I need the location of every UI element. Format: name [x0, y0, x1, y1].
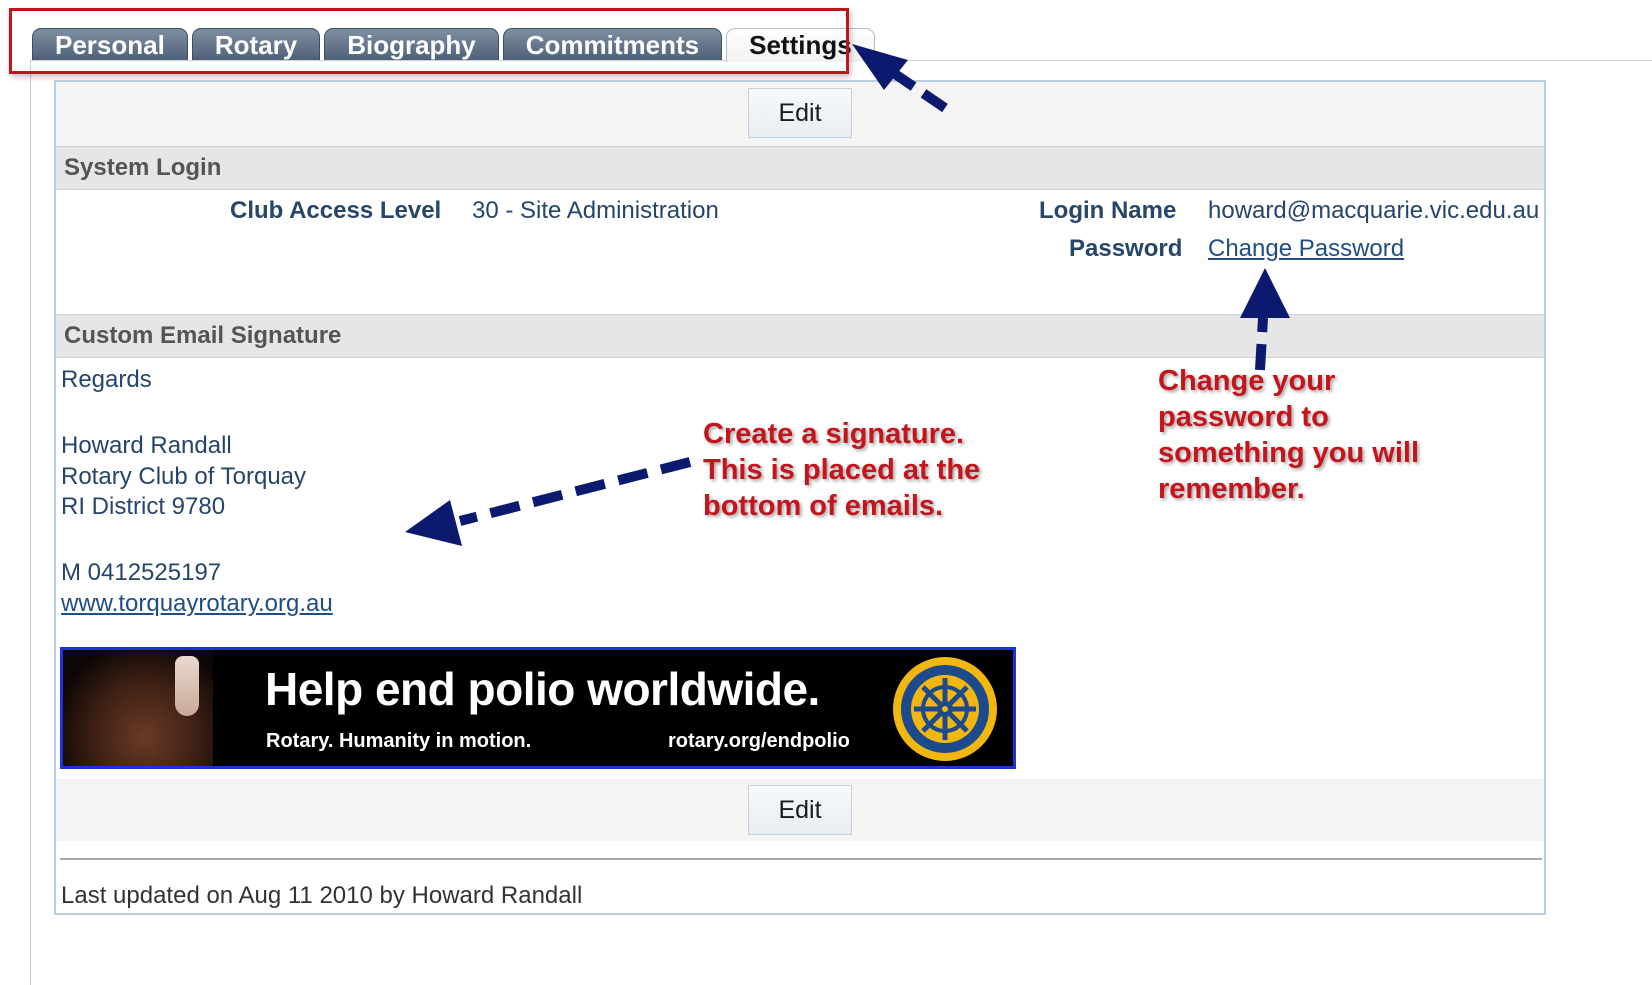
edit-row-top: Edit	[56, 82, 1544, 146]
last-updated-text: Last updated on Aug 11 2010 by Howard Ra…	[61, 882, 583, 909]
custom-email-signature-header: Custom Email Signature	[56, 314, 1544, 358]
page-border	[30, 60, 31, 985]
signature-website-link[interactable]: www.torquayrotary.org.au	[61, 590, 333, 618]
password-label: Password	[1069, 235, 1183, 262]
login-name-label: Login Name	[1039, 197, 1177, 224]
edit-button-bottom[interactable]: Edit	[748, 785, 852, 835]
banner-url: rotary.org/endpolio	[668, 730, 850, 752]
signature-annotation-line-3: bottom of emails.	[703, 490, 944, 522]
club-access-level-value: 30 - Site Administration	[472, 197, 719, 224]
edit-row-bottom: Edit	[56, 779, 1544, 841]
signature-annotation: Create a signature. This is placed at th…	[703, 416, 980, 524]
change-password-link[interactable]: Change Password	[1208, 235, 1404, 263]
password-annotation-line-2: password to	[1158, 401, 1329, 433]
signature-line-district: RI District 9780	[61, 493, 226, 520]
signature-line-regards: Regards	[61, 366, 152, 393]
password-annotation-line-4: remember.	[1158, 473, 1305, 505]
password-annotation-line-3: something you will	[1158, 437, 1420, 469]
signature-line-mobile: M 0412525197	[61, 559, 222, 586]
signature-annotation-line-2: This is placed at the	[703, 454, 981, 486]
end-polio-banner[interactable]: Help end polio worldwide. Rotary. Humani…	[60, 647, 1016, 769]
signature-line-name: Howard Randall	[61, 432, 232, 459]
rotary-wheel-logo	[893, 657, 997, 761]
password-annotation: Change your password to something you wi…	[1158, 363, 1419, 507]
system-login-header: System Login	[56, 146, 1544, 190]
signature-annotation-line-1: Create a signature.	[703, 418, 965, 450]
tab-highlight-box	[9, 8, 849, 74]
signature-line-club: Rotary Club of Torquay	[61, 463, 307, 490]
banner-tagline: Rotary. Humanity in motion.	[266, 730, 532, 752]
banner-headline: Help end polio worldwide.	[265, 663, 820, 715]
club-access-level-label: Club Access Level	[230, 197, 442, 224]
banner-dropper	[175, 656, 199, 716]
edit-button-top[interactable]: Edit	[748, 88, 852, 138]
login-name-value: howard@macquarie.vic.edu.au	[1208, 197, 1540, 224]
footer-divider	[60, 858, 1542, 860]
password-annotation-line-1: Change your	[1158, 365, 1336, 397]
